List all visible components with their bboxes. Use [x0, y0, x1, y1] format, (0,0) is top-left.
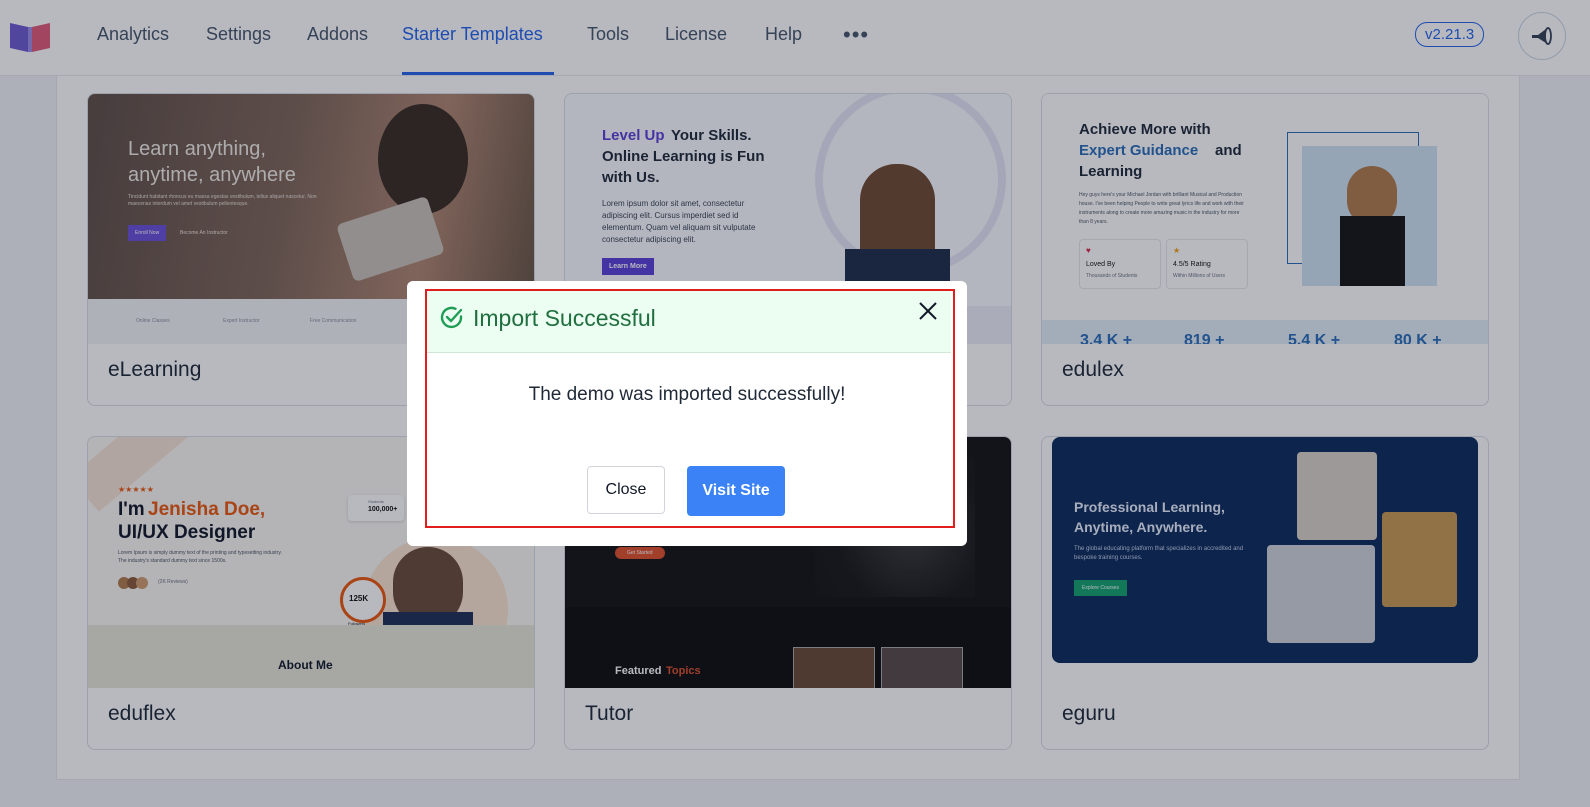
highlight-frame — [425, 289, 955, 528]
import-success-modal: Import Successful The demo was imported … — [407, 281, 967, 546]
